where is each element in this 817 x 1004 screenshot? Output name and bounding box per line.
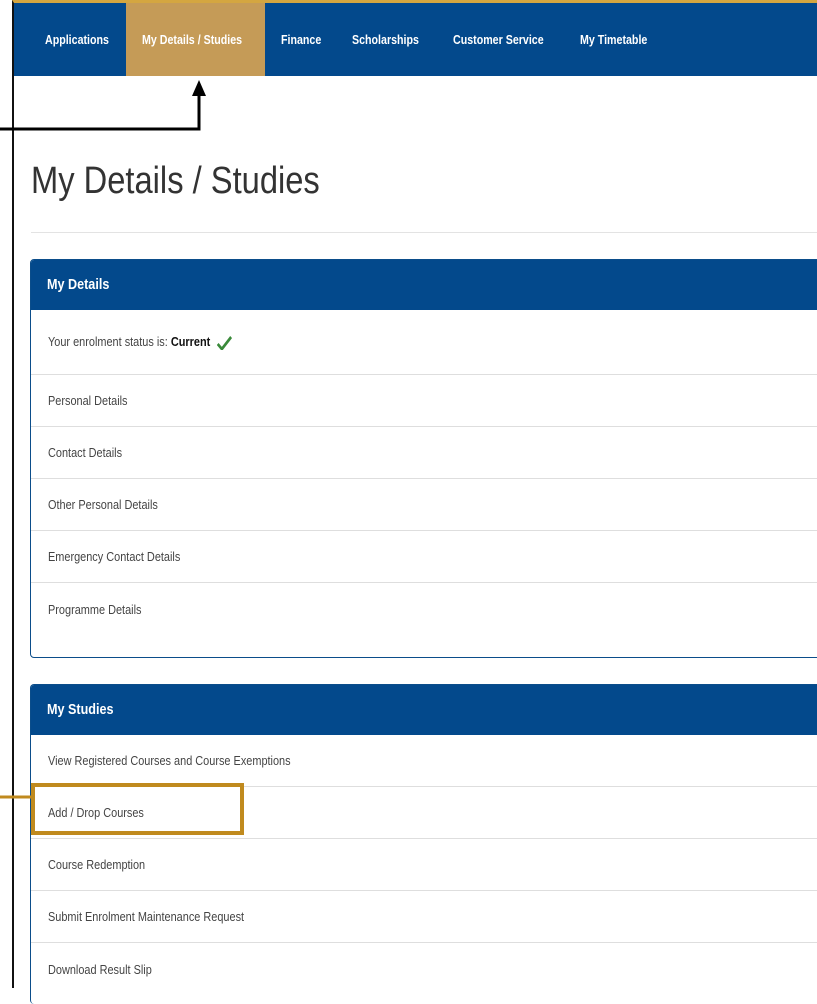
panel-heading-text: My Studies [47, 701, 114, 718]
link-label: Contact Details [48, 445, 123, 460]
nav-label: Customer Service [453, 32, 544, 47]
panel-heading: My Details [31, 260, 817, 310]
enrolment-status-row: Your enrolment status is: Current [31, 310, 817, 375]
checkmark-icon [216, 335, 232, 350]
nav-scholarships[interactable]: Scholarships [337, 3, 438, 76]
link-emergency-contact-details[interactable]: Emergency Contact Details [31, 531, 817, 583]
status-label: Your enrolment status is: [48, 334, 168, 350]
nav-label: Applications [45, 32, 109, 47]
link-label: Emergency Contact Details [48, 549, 181, 564]
nav-label: Finance [281, 32, 322, 47]
link-personal-details[interactable]: Personal Details [31, 375, 817, 427]
link-label: Download Result Slip [48, 961, 152, 977]
link-other-personal-details[interactable]: Other Personal Details [31, 479, 817, 531]
nav-finance[interactable]: Finance [265, 3, 337, 76]
panel-heading: My Studies [31, 685, 817, 735]
highlight-box [31, 783, 244, 835]
nav-label: My Details / Studies [142, 32, 243, 47]
link-label: Course Redemption [48, 857, 146, 872]
title-divider [31, 232, 817, 233]
link-label: View Registered Courses and Course Exemp… [48, 753, 291, 768]
link-view-registered-courses[interactable]: View Registered Courses and Course Exemp… [31, 735, 817, 787]
nav-label: Scholarships [352, 32, 419, 47]
link-label: Programme Details [48, 601, 142, 617]
page-title: My Details / Studies [31, 160, 320, 202]
my-details-panel: My Details Your enrolment status is: Cur… [30, 259, 817, 658]
nav-label: My Timetable [580, 32, 648, 47]
nav-my-timetable[interactable]: My Timetable [565, 3, 665, 76]
link-contact-details[interactable]: Contact Details [31, 427, 817, 479]
link-programme-details[interactable]: Programme Details [31, 583, 817, 635]
nav-applications[interactable]: Applications [14, 3, 126, 76]
panel-heading-text: My Details [47, 276, 110, 293]
my-studies-panel: My Studies View Registered Courses and C… [30, 684, 817, 1004]
link-label: Other Personal Details [48, 497, 158, 512]
link-download-result-slip[interactable]: Download Result Slip [31, 943, 817, 995]
status-value: Current [170, 334, 211, 350]
link-label: Personal Details [48, 393, 128, 408]
link-submit-enrolment-maintenance[interactable]: Submit Enrolment Maintenance Request [31, 891, 817, 943]
top-navbar: Applications My Details / Studies Financ… [14, 3, 817, 76]
nav-customer-service[interactable]: Customer Service [438, 3, 565, 76]
link-course-redemption[interactable]: Course Redemption [31, 839, 817, 891]
nav-my-details-studies[interactable]: My Details / Studies [126, 3, 265, 76]
link-label: Submit Enrolment Maintenance Request [48, 909, 245, 924]
